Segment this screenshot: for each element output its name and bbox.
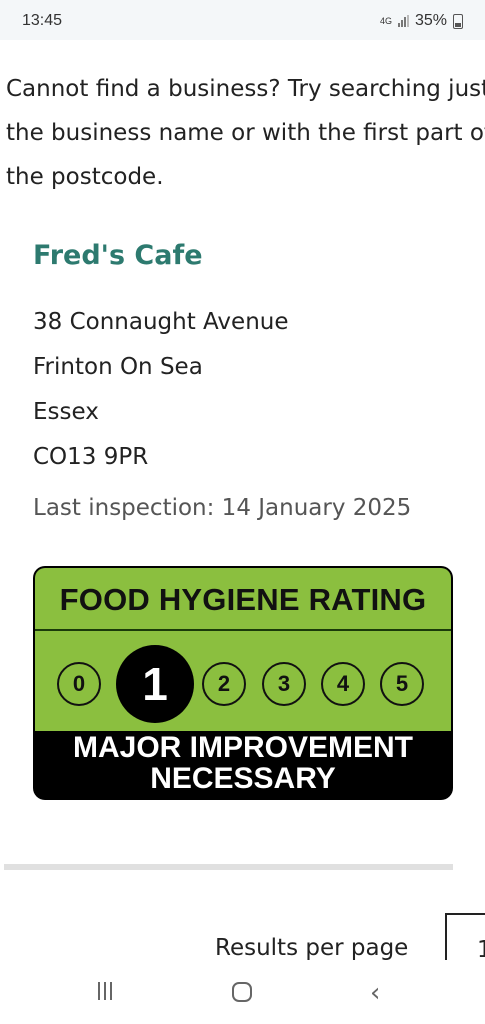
last-inspection: Last inspection: 14 January 2025	[33, 495, 412, 521]
battery-icon	[453, 13, 463, 29]
network-icon: 4G	[379, 15, 392, 26]
score-1-selected: 1	[116, 645, 194, 723]
recent-apps-icon[interactable]	[98, 982, 112, 1000]
business-name-link[interactable]: Fred's Cafe	[33, 240, 203, 271]
verdict-line-1: MAJOR IMPROVEMENT	[72, 731, 414, 764]
score-5: 5	[380, 662, 424, 706]
results-per-page-label: Results per page	[215, 935, 409, 961]
address-line: 38 Connaught Avenue	[33, 309, 289, 335]
status-icons: 4G 35%	[380, 12, 463, 30]
status-time: 13:45	[22, 12, 63, 29]
rating-title: FOOD HYGIENE RATING	[59, 582, 427, 617]
system-nav-bar: ‹	[0, 960, 485, 1024]
search-hint: Cannot find a business? Try searching ju…	[6, 76, 485, 190]
back-icon[interactable]: ‹	[370, 978, 380, 1008]
business-address: 38 Connaught Avenue Frinton On Sea Essex…	[33, 300, 289, 480]
rating-divider	[35, 629, 451, 631]
verdict-line-2: NECESSARY	[150, 762, 336, 795]
score-0: 0	[57, 662, 101, 706]
rating-badge-top: FOOD HYGIENE RATING 0 1 2 3 4 5	[35, 568, 451, 731]
address-line: CO13 9PR	[33, 444, 149, 470]
battery-percent: 35%	[414, 12, 447, 29]
score-3: 3	[262, 662, 306, 706]
rating-verdict: MAJOR IMPROVEMENT NECESSARY	[33, 732, 453, 800]
address-line: Frinton On Sea	[33, 354, 203, 380]
status-bar: 13:45 4G 35%	[0, 0, 485, 40]
home-icon[interactable]	[232, 982, 252, 1002]
food-hygiene-rating-badge: FOOD HYGIENE RATING 0 1 2 3 4 5 MAJOR IM…	[33, 566, 453, 800]
section-divider	[4, 864, 453, 870]
address-line: Essex	[33, 399, 99, 425]
score-2: 2	[202, 662, 246, 706]
signal-icon	[397, 15, 409, 27]
score-4: 4	[321, 662, 365, 706]
